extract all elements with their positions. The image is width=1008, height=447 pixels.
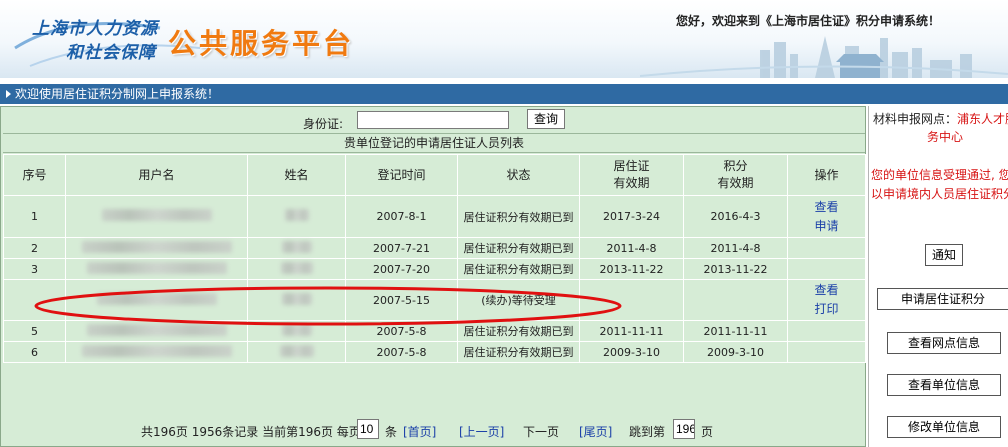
cell-date: 2007-5-8 (345, 341, 458, 363)
city-skyline-icon (640, 36, 1008, 78)
col-header-actions: 操作 (787, 154, 866, 196)
cell-permit-validity: 2017-3-24 (579, 195, 684, 238)
approval-message-line2: 以申请境内人员居住证积分 (871, 187, 1008, 201)
approval-message-line1: 您的单位信息受理通过, 您 (871, 168, 1008, 182)
col-header-name: 姓名 (247, 154, 346, 196)
view-link[interactable]: 查看 (788, 281, 865, 300)
site-label: 材料申报网点：浦东人才服 (873, 110, 1008, 127)
last-page-link[interactable]: [尾页] (579, 423, 612, 440)
jump-label: 跳到第 (629, 425, 666, 439)
id-card-label: 身份证: (303, 117, 344, 131)
table-row: 6 2007-5-8 居住证积分有效期已到 2009-3-10 2009-3-1… (3, 341, 866, 363)
banner-text: 欢迎使用居住证积分制网上申报系统！ (15, 87, 220, 101)
cell-score-validity: 2013-11-22 (683, 258, 788, 280)
cell-date: 2007-8-1 (345, 195, 458, 238)
next-page-link[interactable]: 下一页 (523, 423, 559, 440)
site-header: 上海市人力资源 和社会保障 公共服务平台 您好，欢迎来到《上海市居住证》积分申请… (0, 0, 1008, 78)
pager-summary: 共196页 1956条记录 当前第196页 每页 (141, 425, 361, 439)
cell-permit-validity: 2013-11-22 (579, 258, 684, 280)
cell-username-redacted (65, 237, 248, 259)
permit-validity-label: 居住证 有效期 (613, 159, 650, 190)
table-row: 2 2007-7-21 居住证积分有效期已到 2011-4-8 2011-4-8 (3, 237, 866, 259)
print-link[interactable]: 打印 (788, 300, 865, 319)
cell-name-redacted (247, 237, 346, 259)
pager-tiao: 条 (385, 425, 398, 439)
cell-username-redacted (65, 195, 248, 238)
welcome-message: 您好，欢迎来到《上海市居住证》积分申请系统！ (676, 14, 941, 28)
cell-name-redacted (247, 258, 346, 280)
cell-actions (787, 341, 866, 363)
col-header-score-validity: 积分 有效期 (683, 154, 788, 196)
col-header-username: 用户名 (65, 154, 248, 196)
col-header-reg-time: 登记时间 (345, 154, 458, 196)
cell-no: 3 (3, 258, 66, 280)
apply-residence-points-button[interactable]: 申请居住证积分 (877, 288, 1008, 310)
applicant-table: 序号 用户名 姓名 登记时间 状态 居住证 有效期 积分 有效期 操作 1 20… (3, 154, 866, 363)
cell-status: 居住证积分有效期已到 (457, 258, 580, 280)
cell-actions: 查看 申请 (787, 195, 866, 238)
edit-unit-info-button[interactable]: 修改单位信息 (887, 416, 1001, 438)
table-row: 1 2007-8-1 居住证积分有效期已到 2017-3-24 2016-4-3… (3, 195, 866, 238)
cell-status: 居住证积分有效期已到 (457, 195, 580, 238)
score-validity-label: 积分 有效期 (717, 159, 754, 190)
search-row: 身份证: 查询 (1, 107, 865, 133)
id-card-input[interactable] (357, 111, 509, 129)
notice-button[interactable]: 通知 (925, 244, 963, 266)
triangle-right-icon (6, 90, 11, 98)
platform-title: 公共服务平台 (168, 27, 355, 60)
pagination-bar: 共196页 1956条记录 当前第196页 每页 条 [首页] [上一页] 下一… (1, 419, 865, 441)
cell-score-validity: 2011-11-11 (683, 320, 788, 342)
cell-username-redacted (65, 258, 248, 280)
cell-score-validity: 2009-3-10 (683, 341, 788, 363)
cell-name-redacted (247, 341, 346, 363)
search-button[interactable]: 查询 (527, 109, 565, 129)
cell-score-validity: 2016-4-3 (683, 195, 788, 238)
cell-name-redacted (247, 195, 346, 238)
col-header-status: 状态 (457, 154, 580, 196)
cell-permit-validity: 2011-4-8 (579, 237, 684, 259)
banner-bar: 欢迎使用居住证积分制网上申报系统！ (0, 84, 1008, 104)
apply-link[interactable]: 申请 (788, 217, 865, 236)
logo-text-line1: 上海市人力资源 (32, 19, 158, 39)
cell-date: 2007-7-20 (345, 258, 458, 280)
cell-score-validity (683, 279, 788, 321)
logo-text-line2: 和社会保障 (66, 43, 156, 63)
site-name-cont: 务中心 (927, 130, 964, 144)
view-unit-info-button[interactable]: 查看单位信息 (887, 374, 1001, 396)
table-row: 3 2007-7-20 居住证积分有效期已到 2013-11-22 2013-1… (3, 258, 866, 280)
cell-status: 居住证积分有效期已到 (457, 237, 580, 259)
approval-message: 您的单位信息受理通过, 您 以申请境内人员居住证积分 (871, 166, 1008, 204)
cell-username-redacted (65, 341, 248, 363)
cell-date: 2007-7-21 (345, 237, 458, 259)
per-page-input[interactable] (357, 419, 379, 439)
view-site-info-button[interactable]: 查看网点信息 (887, 332, 1001, 354)
site-label-text: 材料申报网点： (873, 112, 958, 126)
table-title: 贵单位登记的申请居住证人员列表 (3, 133, 865, 153)
col-header-no: 序号 (3, 154, 66, 196)
cell-no: 1 (3, 195, 66, 238)
prev-page-link[interactable]: [上一页] (459, 423, 504, 440)
cell-actions (787, 237, 866, 259)
first-page-link[interactable]: [首页] (403, 423, 436, 440)
cell-actions (787, 258, 866, 280)
cell-permit-validity: 2009-3-10 (579, 341, 684, 363)
site-name: 浦东人才服 (957, 112, 1008, 126)
red-annotation-ellipse (34, 286, 622, 326)
jump-page-input[interactable] (673, 419, 695, 439)
table-header-row: 序号 用户名 姓名 登记时间 状态 居住证 有效期 积分 有效期 操作 (3, 154, 866, 196)
col-header-permit-validity: 居住证 有效期 (579, 154, 684, 196)
cell-no: 6 (3, 341, 66, 363)
cell-status: 居住证积分有效期已到 (457, 341, 580, 363)
cell-actions (787, 320, 866, 342)
cell-score-validity: 2011-4-8 (683, 237, 788, 259)
cell-actions: 查看 打印 (787, 279, 866, 321)
applicant-list-panel: 身份证: 查询 贵单位登记的申请居住证人员列表 序号 用户名 姓名 登记时间 状… (0, 106, 866, 447)
view-link[interactable]: 查看 (788, 198, 865, 217)
right-sidebar: 材料申报网点：浦东人才服 务中心 您的单位信息受理通过, 您 以申请境内人员居住… (868, 106, 1008, 447)
cell-no: 2 (3, 237, 66, 259)
page-unit: 页 (701, 425, 714, 439)
